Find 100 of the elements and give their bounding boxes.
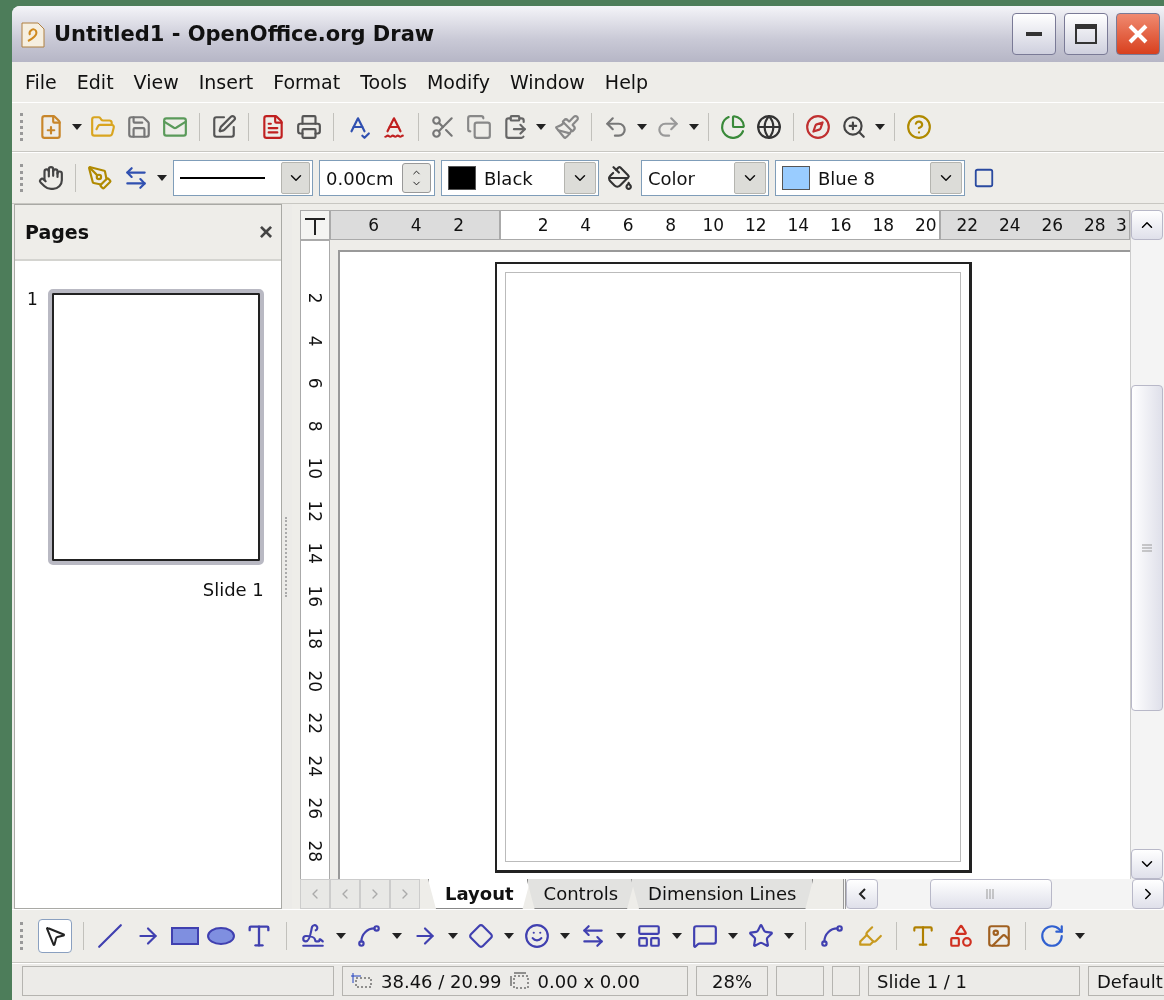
scrollbar-thumb[interactable] xyxy=(930,879,1053,909)
area-fill-dropdown[interactable]: Blue 8 xyxy=(775,160,965,196)
caret-icon[interactable] xyxy=(672,933,682,939)
menu-item[interactable]: Insert xyxy=(191,69,261,95)
slide-number: 1 xyxy=(27,289,38,311)
caret-icon[interactable] xyxy=(504,933,514,939)
globe-icon[interactable] xyxy=(754,112,784,142)
page-text: Slide 1 / 1 xyxy=(877,970,968,992)
scrollbar-thumb[interactable] xyxy=(1131,385,1163,711)
close-button[interactable] xyxy=(1116,13,1160,55)
ruler-label: 4 xyxy=(579,214,593,237)
minimize-button[interactable] xyxy=(1012,13,1056,55)
ruler-label: 26 xyxy=(1040,214,1065,237)
ruler-label: 10 xyxy=(701,214,726,237)
ruler-label: 24 xyxy=(304,753,326,779)
slide-thumbnail[interactable] xyxy=(47,289,264,565)
ruler-label: 22 xyxy=(955,214,980,237)
caret-icon[interactable] xyxy=(560,933,570,939)
dropdown-button[interactable] xyxy=(281,162,310,194)
caret-icon[interactable] xyxy=(448,933,458,939)
brush-icon[interactable] xyxy=(552,112,582,142)
ruler-label: 20 xyxy=(304,668,326,694)
ellipse-icon[interactable] xyxy=(207,927,235,945)
position-text: 38.46 / 20.99 xyxy=(381,970,502,992)
line-icon[interactable] xyxy=(95,921,125,951)
copy-icon[interactable] xyxy=(464,112,494,142)
caret-icon[interactable] xyxy=(536,124,546,130)
caret-icon[interactable] xyxy=(637,124,647,130)
ruler-label: 8 xyxy=(664,214,678,237)
ruler-label: 28 xyxy=(1082,214,1107,237)
size-text: 0.00 x 0.00 xyxy=(537,970,640,992)
caret-icon[interactable] xyxy=(689,124,699,130)
ruler-label: 18 xyxy=(304,626,326,652)
paint-bucket-icon[interactable] xyxy=(605,163,635,193)
scroll-left-button[interactable] xyxy=(846,879,879,909)
window-title: Untitled1 - OpenOffice.org Draw xyxy=(54,22,436,46)
menu-item[interactable]: Modify xyxy=(419,69,497,95)
caret-icon[interactable] xyxy=(72,124,82,130)
close-button[interactable]: × xyxy=(259,218,273,246)
print-icon[interactable] xyxy=(294,112,324,142)
status-cell xyxy=(832,966,860,996)
layer-tab[interactable]: Layout xyxy=(428,879,531,909)
grip-icon xyxy=(1142,544,1152,552)
zoom-text: 28% xyxy=(712,970,752,992)
menu-item[interactable]: Help xyxy=(597,69,656,95)
line-width-field[interactable]: 0.00cm xyxy=(319,160,435,196)
ruler-label: 8 xyxy=(304,419,326,434)
line-style-dropdown[interactable] xyxy=(173,160,313,196)
ruler-label: 12 xyxy=(304,498,326,524)
grip-icon xyxy=(986,889,997,899)
minimize-icon xyxy=(1026,32,1042,36)
caret-icon[interactable] xyxy=(728,933,738,939)
line-preview-icon xyxy=(180,176,266,180)
help-icon[interactable] xyxy=(904,112,934,142)
spin-button[interactable] xyxy=(401,163,431,193)
status-cell xyxy=(776,966,824,996)
line-color-dropdown[interactable]: Black xyxy=(441,160,599,196)
smiley-icon[interactable] xyxy=(522,921,552,951)
ruler-label: 10 xyxy=(304,456,326,482)
ruler-label: 2 xyxy=(304,291,326,306)
caret-icon[interactable] xyxy=(1075,933,1085,939)
scroll-up-button[interactable] xyxy=(1131,210,1163,240)
ruler-label: 22 xyxy=(304,711,326,737)
layer-tab[interactable]: Dimension Lines xyxy=(631,879,814,909)
scroll-right-button[interactable] xyxy=(1132,879,1164,909)
diamond-icon[interactable] xyxy=(466,921,496,951)
ruler-label: 4 xyxy=(304,334,326,349)
caret-icon[interactable] xyxy=(392,933,402,939)
menu-item[interactable]: Window xyxy=(502,69,592,95)
caret-icon[interactable] xyxy=(784,933,794,939)
menu-item[interactable]: Format xyxy=(266,69,348,95)
ruler-label: 4 xyxy=(409,214,423,237)
ruler-label: 24 xyxy=(997,214,1022,237)
ruler-label: 26 xyxy=(304,796,326,822)
caret-icon[interactable] xyxy=(875,124,885,130)
menu-item[interactable]: Edit xyxy=(69,69,121,95)
maximize-icon xyxy=(1075,24,1097,44)
scroll-down-button[interactable] xyxy=(1131,849,1163,879)
hand-icon[interactable] xyxy=(36,163,66,193)
caret-icon[interactable] xyxy=(157,175,167,181)
maximize-button[interactable] xyxy=(1064,13,1108,55)
slide-label: Slide 1 xyxy=(202,579,264,600)
ruler-label: 16 xyxy=(304,583,326,609)
ruler-label: 6 xyxy=(621,214,635,237)
rectangle-icon[interactable] xyxy=(171,927,199,945)
compass-icon[interactable] xyxy=(803,112,833,142)
ruler-label: 16 xyxy=(828,214,853,237)
close-icon xyxy=(1127,23,1149,45)
caret-icon[interactable] xyxy=(616,933,626,939)
menu-item[interactable]: View xyxy=(126,69,186,95)
ruler-label: 2 xyxy=(452,214,466,237)
pointer-icon xyxy=(43,924,67,948)
pie-chart-icon[interactable] xyxy=(718,112,748,142)
caret-icon[interactable] xyxy=(336,933,346,939)
menu-item[interactable]: File xyxy=(18,69,64,95)
select-button[interactable] xyxy=(38,919,72,953)
area-style-dropdown[interactable]: Color xyxy=(641,160,769,196)
ruler-label: 6 xyxy=(367,214,381,237)
splitter-grip[interactable] xyxy=(285,516,289,597)
menu-item[interactable]: Tools xyxy=(353,69,414,95)
